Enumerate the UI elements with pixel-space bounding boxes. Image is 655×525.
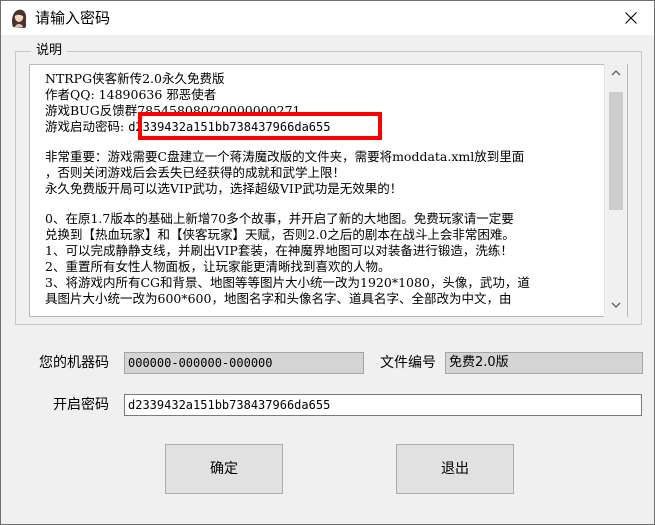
text-line: 3、将游戏内所有CG和背景、地图等等图片大小统一改为1920*1080，头像，武…: [45, 275, 530, 290]
text-line: 兑换到【热血玩家】和【侠客玩家】天赋，否则2.0之后的剧本在战斗上会非常困难。: [45, 227, 515, 242]
description-caption: 说明: [31, 42, 68, 60]
text-line: 非常重要：游戏需要C盘建立一个蒋涛魔改版的文件夹，需要将moddata.xml放…: [45, 149, 525, 164]
text-gap: [45, 197, 615, 211]
text-line: 1、可以完成静静支线，并刷出VIP套装，在神魔界地图可以对装备进行锻造，洗练！: [45, 243, 513, 258]
description-scrollbar[interactable]: [604, 64, 627, 317]
text-line: 2、重置所有女性人物面板，让玩家能更清晰找到喜欢的人物。: [45, 259, 391, 274]
description-text: NTRPG侠客新传2.0永久免费版 作者QQ: 14890636 邪恶使者 游戏…: [45, 71, 615, 307]
text-line: NTRPG侠客新传2.0永久免费版: [45, 71, 225, 86]
scroll-up-icon[interactable]: [611, 70, 621, 76]
scroll-thumb[interactable]: [609, 92, 623, 210]
exit-button[interactable]: 退出: [396, 444, 514, 494]
close-icon: [625, 12, 637, 24]
close-button[interactable]: [608, 1, 654, 35]
file-number-field[interactable]: 免费2.0版: [445, 352, 643, 374]
text-line: 永久免费版开局可以选VIP武功，选择超级VIP武功是无效果的！: [45, 181, 403, 196]
password-dialog: 请输入密码 说明 NTRPG侠客新传2.0永久免费版 作者QQ: 1489063…: [0, 0, 655, 525]
launch-password-label: 游戏启动密码:: [45, 119, 129, 134]
text-line: 0、在原1.7版本的基础上新增70多个故事，并开启了新的大地图。免费玩家请一定要: [45, 211, 514, 226]
scroll-down-icon[interactable]: [611, 302, 621, 308]
text-line: 作者QQ: 14890636 邪恶使者: [45, 87, 217, 102]
password-highlight-box: [138, 112, 382, 140]
text-line: ，否则关闭游戏后会丢失已经获得的成就和武学上限！: [45, 165, 346, 180]
password-input[interactable]: d2339432a151bb738437966da655: [124, 394, 642, 416]
window-title: 请输入密码: [35, 9, 111, 27]
confirm-button[interactable]: 确定: [165, 444, 283, 494]
description-textbox[interactable]: NTRPG侠客新传2.0永久免费版 作者QQ: 14890636 邪恶使者 游戏…: [29, 64, 628, 317]
title-bar[interactable]: 请输入密码: [1, 1, 654, 35]
machine-code-label: 您的机器码: [39, 355, 109, 371]
text-line: 具图片大小统一改为600*600，地图名字和头像名字、道具名字、全部改为中文，由: [45, 291, 512, 306]
password-label: 开启密码: [53, 397, 109, 413]
file-number-label: 文件编号: [380, 355, 436, 371]
girl-avatar-icon: [9, 7, 29, 29]
machine-code-field[interactable]: 000000-000000-000000: [124, 352, 364, 374]
